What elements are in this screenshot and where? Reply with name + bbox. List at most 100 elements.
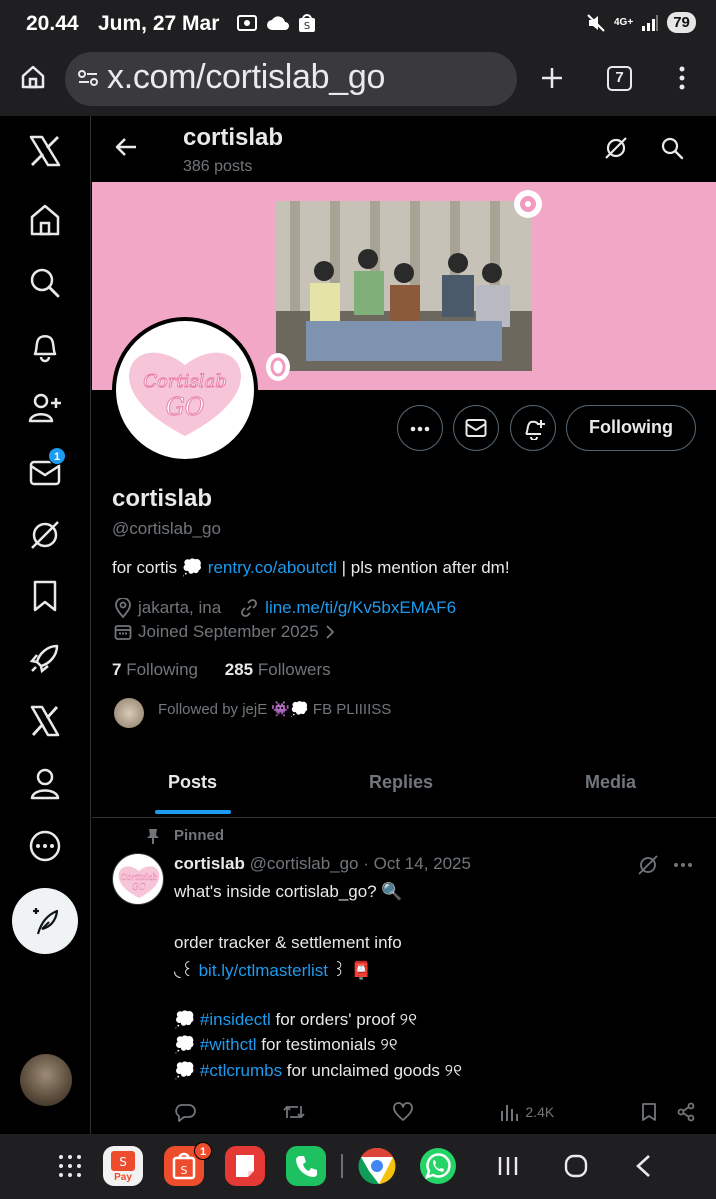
- tag1-text: for orders' proof ୨୧: [270, 1010, 417, 1029]
- svg-text:S: S: [119, 1155, 127, 1169]
- hashtag-insidectl[interactable]: #insidectl: [200, 1010, 271, 1029]
- app-drawer-icon[interactable]: [58, 1154, 82, 1178]
- hashtag-withctl[interactable]: #withctl: [200, 1035, 257, 1054]
- bio-prefix: for cortis 💭: [112, 558, 208, 577]
- post-grok-icon[interactable]: [638, 855, 658, 875]
- profile-avatar[interactable]: Cortislab GO: [112, 317, 258, 463]
- shopeepay-app-icon[interactable]: S Pay: [103, 1146, 143, 1186]
- android-nav-bar: S Pay S 1: [0, 1134, 716, 1199]
- new-tab-icon[interactable]: [540, 66, 564, 90]
- site-settings-icon[interactable]: [78, 70, 98, 86]
- tab-switcher-button[interactable]: 7: [607, 66, 632, 91]
- banner-g-sticker: [266, 353, 290, 381]
- messages-badge: 1: [48, 447, 66, 465]
- views-chart-icon: [501, 1105, 519, 1121]
- post-tag-line2: 💭 #withctl for testimonials ୨୧: [174, 1035, 398, 1055]
- like-icon[interactable]: [392, 1102, 414, 1122]
- bullet-2: 💭: [174, 1035, 200, 1054]
- joined-row[interactable]: Joined September 2025: [114, 622, 335, 642]
- header-post-count: 386 posts: [183, 158, 253, 175]
- tab-posts[interactable]: Posts: [168, 772, 217, 793]
- browser-toolbar: x.com/cortislab_go 7: [0, 48, 716, 116]
- following-label: Following: [126, 660, 199, 679]
- bullet-1: 💭: [174, 1010, 200, 1029]
- more-dots-icon: [410, 426, 430, 432]
- phone-app-icon[interactable]: [286, 1146, 326, 1186]
- post-bookmark-icon[interactable]: [640, 1102, 658, 1122]
- post-more-icon[interactable]: [674, 863, 692, 867]
- profile-icon[interactable]: [27, 766, 63, 802]
- account-avatar[interactable]: [20, 1054, 72, 1106]
- dock-divider: [341, 1154, 343, 1178]
- tab-replies[interactable]: Replies: [369, 772, 433, 793]
- home-button-icon[interactable]: [564, 1154, 588, 1178]
- following-button[interactable]: Following: [566, 405, 696, 451]
- follower-avatar[interactable]: [114, 698, 144, 728]
- battery-level: 79: [667, 12, 696, 33]
- back-arrow-icon[interactable]: [114, 136, 138, 158]
- post-text-line1: what's inside cortislab_go? 🔍: [174, 882, 403, 901]
- message-button[interactable]: [453, 405, 499, 451]
- views-count: 2.4K: [525, 1104, 555, 1120]
- rocket-icon[interactable]: [27, 640, 63, 676]
- avatar-text-line1: Cortislab: [143, 371, 226, 392]
- views-stat[interactable]: 2.4K: [499, 1103, 554, 1121]
- post-author-name[interactable]: cortislab: [174, 854, 245, 873]
- x-logo-icon[interactable]: [27, 133, 63, 169]
- location-row: jakarta, ina line.me/ti/g/Kv5bxEMAF6: [114, 598, 456, 618]
- bookmark-icon[interactable]: [27, 578, 63, 614]
- envelope-icon: [465, 419, 487, 437]
- repost-icon[interactable]: [282, 1102, 306, 1122]
- avatar-text-line2: GO: [166, 393, 205, 421]
- more-options-button[interactable]: [397, 405, 443, 451]
- browser-home-icon[interactable]: [20, 64, 46, 90]
- svg-text:GO: GO: [132, 883, 147, 893]
- post-handle-date[interactable]: @cortislab_go · Oct 14, 2025: [250, 854, 471, 873]
- browser-menu-icon[interactable]: [678, 66, 686, 90]
- masterlist-link[interactable]: bit.ly/ctlmasterlist: [199, 961, 328, 980]
- whatsapp-app-icon[interactable]: [418, 1146, 458, 1186]
- compose-post-button[interactable]: [12, 888, 78, 954]
- home-icon[interactable]: [27, 202, 63, 238]
- grok-icon[interactable]: [27, 517, 63, 553]
- post-author-avatar[interactable]: Cortislab GO: [112, 853, 164, 905]
- tab-media[interactable]: Media: [585, 772, 636, 793]
- recent-apps-icon[interactable]: [497, 1155, 519, 1177]
- post-actions: 2.4K: [174, 1100, 696, 1124]
- signal-icon: [642, 14, 659, 31]
- bio-link[interactable]: rentry.co/aboutctl: [208, 558, 337, 577]
- more-icon[interactable]: [27, 828, 63, 864]
- pinned-label: Pinned: [174, 827, 225, 844]
- back-button-icon[interactable]: [634, 1154, 652, 1178]
- line3-suffix: ꒱ 📮: [328, 961, 372, 980]
- status-time: 20.44: [26, 12, 79, 35]
- follow-icon[interactable]: [27, 390, 63, 426]
- notes-app-icon[interactable]: [225, 1146, 265, 1186]
- notify-button[interactable]: [510, 405, 556, 451]
- grok-header-icon[interactable]: [604, 136, 628, 160]
- link-icon: [241, 599, 258, 617]
- website-link[interactable]: line.me/ti/g/Kv5bxEMAF6: [265, 598, 456, 618]
- banner-flower-sticker: [514, 190, 542, 218]
- hashtag-ctlcrumbs[interactable]: #ctlcrumbs: [200, 1061, 282, 1080]
- profile-bio: for cortis 💭 rentry.co/aboutctl | pls me…: [112, 558, 510, 578]
- cloud-icon: [267, 16, 289, 30]
- url-text[interactable]: x.com/cortislab_go: [107, 58, 385, 97]
- pin-icon: [147, 829, 159, 844]
- reply-icon[interactable]: [174, 1102, 196, 1122]
- search-header-icon[interactable]: [660, 136, 684, 160]
- share-icon[interactable]: [676, 1102, 696, 1122]
- followers-count-link[interactable]: 285 Followers: [225, 660, 331, 679]
- chrome-app-icon[interactable]: [357, 1146, 397, 1186]
- notification-icons: S: [236, 13, 316, 33]
- joined-text: Joined September 2025: [138, 622, 319, 641]
- following-count-link[interactable]: 7 Following: [112, 660, 198, 679]
- notifications-icon[interactable]: [27, 328, 63, 364]
- follow-counts: 7 Following 285 Followers: [112, 660, 331, 680]
- premium-x-icon[interactable]: [27, 703, 63, 739]
- shopee-notif-icon: S: [299, 14, 315, 32]
- followers-count: 285: [224, 660, 254, 679]
- search-icon[interactable]: [27, 265, 63, 301]
- followed-by-text[interactable]: Followed by jejE 👾💭 FB PLIIIISS: [158, 700, 391, 718]
- followers-label: Followers: [257, 660, 331, 679]
